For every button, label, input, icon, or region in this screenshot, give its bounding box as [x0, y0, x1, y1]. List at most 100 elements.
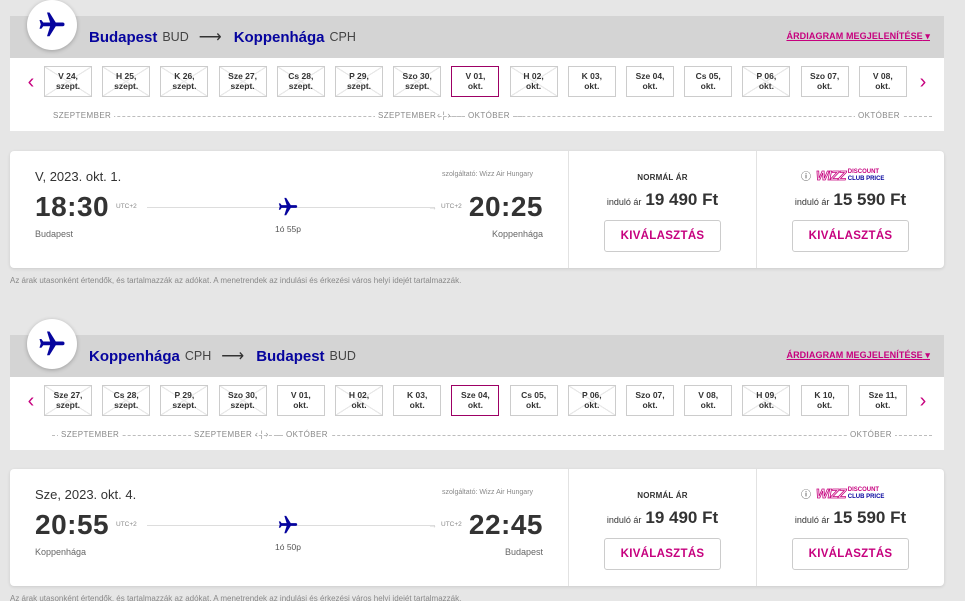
origin-city: Koppenhága	[89, 347, 180, 365]
date-cell: Szo 30, szept.	[393, 66, 442, 97]
date-cell: P 29, szept.	[160, 385, 209, 416]
plane-icon	[277, 196, 299, 223]
date-selector: ‹ Sze 27, szept. Cs 28, szept. P 29, szept. Sz…	[10, 377, 944, 450]
date-cell: Sze 27, szept.	[44, 385, 92, 416]
price-chart-link[interactable]: ÁRDIAGRAM MEGJELENÍTÉSE ▾	[786, 31, 930, 42]
flight-duration: 1ó 50p	[275, 542, 301, 552]
normal-price-label: NORMÁL ÁR	[637, 491, 688, 500]
select-normal-button[interactable]: KIVÁLASZTÁS	[604, 538, 721, 570]
month-separator: ‹ ¦ ›	[437, 110, 451, 120]
chevron-right-icon[interactable]: ›	[916, 391, 930, 411]
chevron-left-icon[interactable]: ‹	[24, 72, 38, 92]
month-label: SZEPTEMBER	[50, 111, 115, 121]
month-timeline: SZEPTEMBER SZEPTEMBER ‹ ¦ › OKTÓBER OKTÓ…	[50, 110, 932, 121]
price-footnote: Az árak utasonként értendők, és tartalma…	[10, 276, 462, 285]
select-club-button[interactable]: KIVÁLASZTÁS	[792, 220, 909, 252]
info-icon[interactable]: ⓘ	[801, 168, 811, 183]
arrival-time: 22:45	[468, 509, 543, 540]
select-club-button[interactable]: KIVÁLASZTÁS	[792, 538, 909, 570]
date-cell[interactable]: Szo 07, okt.	[626, 385, 674, 416]
date-cell: P 06, okt.	[567, 385, 616, 416]
operator-label: szolgáltató: Wizz Air Hungary	[442, 171, 534, 178]
from-label: induló ár	[794, 515, 830, 525]
long-arrow-icon: ⟶	[221, 348, 245, 365]
month-label: OKTÓBER	[465, 111, 513, 121]
from-label: induló ár	[606, 197, 642, 207]
normal-price: 19 490 Ft	[645, 508, 719, 527]
destination-city: Budapest	[256, 347, 325, 365]
date-cell: Cs 28, szept.	[276, 66, 325, 97]
date-cell[interactable]: K 10, okt.	[800, 385, 849, 416]
departure-timezone: UTC+2	[116, 521, 137, 528]
date-cell: H 09, okt.	[742, 385, 791, 416]
from-label: induló ár	[794, 197, 830, 207]
plane-icon	[277, 514, 299, 541]
date-cell[interactable]: V 01, okt.	[276, 385, 325, 416]
info-icon[interactable]: ⓘ	[801, 486, 811, 501]
arrival-timezone: UTC+2	[441, 521, 462, 528]
path-arrow-icon: →	[428, 202, 437, 212]
price-footnote: Az árak utasonként értendők, és tartalma…	[10, 594, 462, 601]
discount-club-logo: WIZZ DISCOUNT CLUB PRICE	[816, 486, 885, 501]
normal-price-option: NORMÁL ÁR induló ár 19 490 Ft KIVÁLASZTÁ…	[568, 151, 756, 268]
flight-date: Sze, 2023. okt. 4.	[35, 487, 137, 502]
select-normal-button[interactable]: KIVÁLASZTÁS	[604, 220, 721, 252]
month-label: SZEPTEMBER	[191, 430, 256, 440]
chevron-left-icon[interactable]: ‹	[24, 391, 38, 411]
plane-logo-icon	[27, 319, 77, 369]
date-cell-selected[interactable]: Sze 04, okt.	[451, 385, 500, 416]
departure-timezone: UTC+2	[116, 203, 137, 210]
month-label: SZEPTEMBER	[375, 111, 440, 121]
route-title: Koppenhága CPH ⟶ Budapest BUD	[89, 335, 366, 377]
date-cell-selected[interactable]: V 01, okt.	[451, 66, 500, 97]
departure-time: 20:55	[35, 509, 110, 540]
origin-city: Budapest	[89, 28, 158, 46]
club-price-option: ⓘ WIZZ DISCOUNT CLUB PRICE induló ár 15 5…	[756, 469, 944, 586]
month-label: SZEPTEMBER	[58, 430, 123, 440]
departure-time: 18:30	[35, 191, 110, 222]
month-label: OKTÓBER	[855, 111, 903, 121]
route-title: Budapest BUD ⟶ Koppenhága CPH	[89, 16, 366, 58]
date-cell[interactable]: Cs 05, okt.	[684, 66, 733, 97]
chevron-right-icon[interactable]: ›	[916, 72, 930, 92]
return-route-section: Koppenhága CPH ⟶ Budapest BUD ÁRDIAGRAM …	[10, 335, 944, 450]
date-cell: P 29, szept.	[335, 66, 383, 97]
date-cell: H 02, okt.	[335, 385, 383, 416]
date-cell: K 26, szept.	[160, 66, 209, 97]
date-cell[interactable]: K 03, okt.	[393, 385, 442, 416]
flight-duration: 1ó 55p	[275, 224, 301, 234]
departure-city: Koppenhága	[35, 547, 87, 557]
date-cell: H 25, szept.	[102, 66, 151, 97]
arrival-timezone: UTC+2	[441, 203, 462, 210]
date-cell: Sze 27, szept.	[218, 66, 267, 97]
date-cell[interactable]: Szo 07, okt.	[800, 66, 849, 97]
flight-card-return: Sze, 2023. okt. 4. szolgáltató: Wizz Air…	[10, 469, 944, 586]
date-cell[interactable]: Sze 04, okt.	[626, 66, 674, 97]
normal-price-option: NORMÁL ÁR induló ár 19 490 Ft KIVÁLASZTÁ…	[568, 469, 756, 586]
flight-card-outbound: V, 2023. okt. 1. szolgáltató: Wizz Air H…	[10, 151, 944, 268]
flight-date: V, 2023. okt. 1.	[35, 169, 122, 184]
discount-club-logo: WIZZ DISCOUNT CLUB PRICE	[816, 168, 885, 183]
arrival-city: Budapest	[504, 547, 543, 557]
date-cell[interactable]: K 03, okt.	[567, 66, 616, 97]
price-chart-link[interactable]: ÁRDIAGRAM MEGJELENÍTÉSE ▾	[786, 350, 930, 361]
club-price: 15 590 Ft	[833, 190, 907, 209]
destination-city: Koppenhága	[233, 28, 325, 46]
from-label: induló ár	[606, 515, 642, 525]
date-cell[interactable]: Cs 05, okt.	[509, 385, 558, 416]
club-price: 15 590 Ft	[833, 508, 907, 527]
date-cell: V 24, szept.	[44, 66, 92, 97]
date-selector: ‹ V 24, szept. H 25, szept. K 26, szept. Sze 2…	[10, 58, 944, 131]
destination-code: CPH	[329, 30, 356, 44]
date-cell[interactable]: V 08, okt.	[684, 385, 733, 416]
route-header: Budapest BUD ⟶ Koppenhága CPH ÁRDIAGRAM …	[10, 16, 944, 58]
date-cell[interactable]: V 08, okt.	[858, 66, 907, 97]
date-cell[interactable]: Sze 11, okt.	[858, 385, 907, 416]
arrival-time: 20:25	[468, 191, 543, 222]
origin-code: CPH	[184, 349, 212, 363]
operator-label: szolgáltató: Wizz Air Hungary	[442, 489, 534, 496]
month-label: OKTÓBER	[847, 430, 895, 440]
month-timeline: SZEPTEMBER SZEPTEMBER ‹ ¦ › OKTÓBER OKTÓ…	[52, 429, 932, 440]
date-cell: P 06, okt.	[742, 66, 791, 97]
route-header: Koppenhága CPH ⟶ Budapest BUD ÁRDIAGRAM …	[10, 335, 944, 377]
